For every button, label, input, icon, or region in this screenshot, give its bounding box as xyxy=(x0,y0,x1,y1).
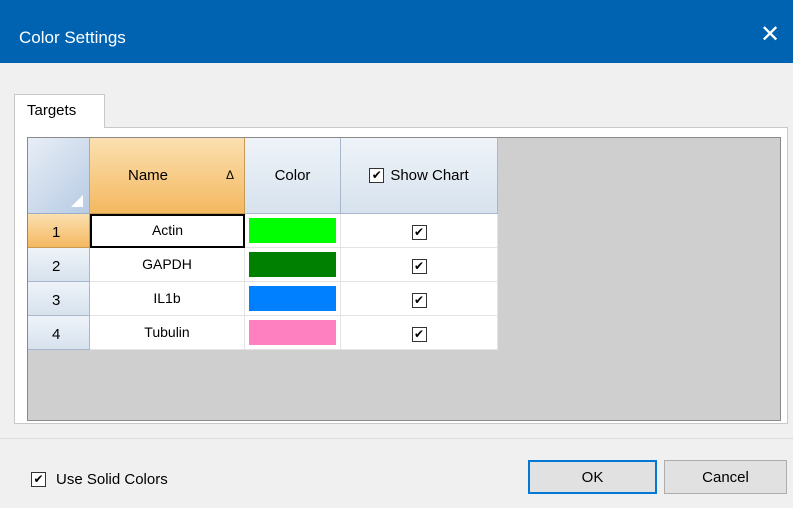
grid-select-all-corner[interactable] xyxy=(28,138,90,214)
use-solid-colors-label: Use Solid Colors xyxy=(56,471,168,488)
target-show-chart-cell: ✔ xyxy=(341,316,498,350)
corner-triangle-icon xyxy=(71,195,83,207)
row-header[interactable]: 2 xyxy=(28,248,90,282)
title-bar: Color Settings ✕ xyxy=(0,0,793,63)
close-icon[interactable]: ✕ xyxy=(747,10,793,60)
ok-button[interactable]: OK xyxy=(528,460,657,494)
use-solid-colors-checkbox[interactable]: ✔ xyxy=(31,472,46,487)
color-swatch xyxy=(249,286,336,311)
target-name-cell[interactable]: Tubulin xyxy=(90,316,245,350)
tab-targets[interactable]: Targets xyxy=(14,94,105,128)
target-color-cell[interactable] xyxy=(245,248,341,282)
show-chart-all-checkbox[interactable]: ✔ xyxy=(369,168,385,183)
target-name-cell[interactable]: IL1b xyxy=(90,282,245,316)
target-name-cell[interactable]: Actin xyxy=(90,214,245,248)
color-swatch xyxy=(249,252,336,277)
column-header-show-chart[interactable]: ✔ Show Chart xyxy=(341,138,498,214)
column-header-color[interactable]: Color xyxy=(245,138,341,214)
window-title: Color Settings xyxy=(19,28,126,47)
target-show-chart-cell: ✔ xyxy=(341,282,498,316)
show-chart-checkbox[interactable]: ✔ xyxy=(411,259,427,274)
show-chart-checkbox[interactable]: ✔ xyxy=(411,327,427,342)
column-header-name-label: Name xyxy=(128,167,169,184)
show-chart-checkbox[interactable]: ✔ xyxy=(411,293,427,308)
sort-ascending-icon: Δ xyxy=(225,168,234,182)
column-header-show-chart-label: Show Chart xyxy=(390,167,469,184)
target-show-chart-cell: ✔ xyxy=(341,248,498,282)
use-solid-colors-option[interactable]: ✔ Use Solid Colors xyxy=(31,471,168,488)
row-header[interactable]: 3 xyxy=(28,282,90,316)
color-swatch xyxy=(249,320,336,345)
target-color-cell[interactable] xyxy=(245,282,341,316)
row-header[interactable]: 4 xyxy=(28,316,90,350)
row-header[interactable]: 1 xyxy=(28,214,90,248)
column-header-name[interactable]: Name Δ xyxy=(90,138,245,214)
target-color-cell[interactable] xyxy=(245,214,341,248)
column-header-color-label: Color xyxy=(274,167,311,184)
footer-separator xyxy=(0,438,793,439)
color-swatch xyxy=(249,218,336,243)
target-name-cell[interactable]: GAPDH xyxy=(90,248,245,282)
target-color-cell[interactable] xyxy=(245,316,341,350)
show-chart-checkbox[interactable]: ✔ xyxy=(411,225,427,240)
cancel-button[interactable]: Cancel xyxy=(664,460,787,494)
target-show-chart-cell: ✔ xyxy=(341,214,498,248)
